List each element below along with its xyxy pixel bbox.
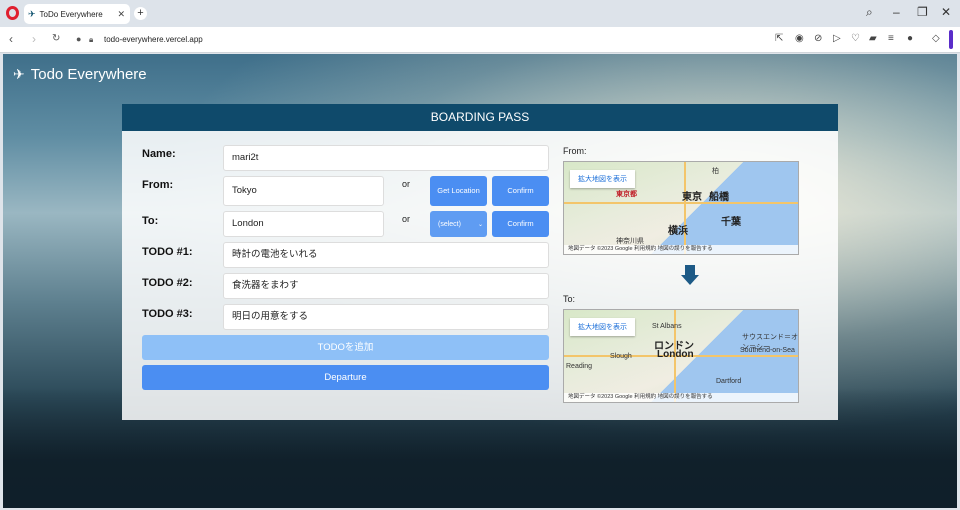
to-map-label: To: xyxy=(563,294,576,304)
camera-icon[interactable]: ◉ xyxy=(795,33,804,44)
from-input[interactable]: Tokyo xyxy=(223,176,384,206)
app-title: Todo Everywhere xyxy=(30,66,147,83)
close-tab-icon[interactable]: ✕ xyxy=(117,9,125,20)
address-bar: ‹ › ↻ ● 🔒︎ todo-everywhere.vercel.app ⇱ … xyxy=(0,27,960,53)
plane-logo-icon: ✈ xyxy=(13,66,25,82)
map-place: Slough xyxy=(610,353,632,360)
arrow-down-icon xyxy=(685,265,695,275)
name-input[interactable]: mari2t xyxy=(223,145,549,171)
back-icon[interactable]: ‹ xyxy=(9,32,13,46)
from-map-footer: 地図データ ©2023 Google 利用規約 地図の誤りを報告する xyxy=(564,245,798,254)
from-confirm-button[interactable]: Confirm xyxy=(492,176,549,206)
page-viewport: ✈ Todo Everywhere BOARDING PASS Name: ma… xyxy=(3,54,957,508)
add-todo-button[interactable]: TODOを追加 xyxy=(142,335,549,360)
plane-favicon-icon: ✈ xyxy=(28,8,36,19)
map-road xyxy=(684,162,686,254)
to-confirm-button[interactable]: Confirm xyxy=(492,211,549,237)
get-location-button[interactable]: Get Location xyxy=(430,176,487,206)
name-label: Name: xyxy=(142,148,176,160)
close-window-icon[interactable]: ✕ xyxy=(941,5,951,19)
map-place: London xyxy=(657,349,694,360)
arrow-down-icon-head xyxy=(681,275,699,285)
todo-2-input[interactable]: 食洗器をまわす xyxy=(223,273,549,299)
tab-title: ToDo Everywhere xyxy=(39,9,103,19)
destination-select-value: (select) xyxy=(438,220,461,228)
easy-setup-icon[interactable]: ≡ xyxy=(888,33,894,44)
map-place: 横浜 xyxy=(668,226,688,237)
reload-icon[interactable]: ↻ xyxy=(52,33,60,44)
boarding-pass-card: BOARDING PASS Name: mari2t From: Tokyo o… xyxy=(122,104,838,420)
destination-select[interactable]: (select) ⌄ xyxy=(430,211,487,237)
to-label: To: xyxy=(142,215,159,227)
map-place: 東京都 xyxy=(616,191,637,198)
browser-tab-bar: ✈ ToDo Everywhere ✕ + ⌕ – ❐ ✕ xyxy=(0,0,960,27)
todo-3-input[interactable]: 明日の用意をする xyxy=(223,304,549,330)
map-place: 柏 xyxy=(712,168,719,175)
app-brand[interactable]: ✈ Todo Everywhere xyxy=(13,66,147,83)
todo-2-label: TODO #2: xyxy=(142,277,193,289)
map-place: 船橋 xyxy=(709,192,729,203)
todo-1-label: TODO #1: xyxy=(142,246,193,258)
todo-1-input[interactable]: 時計の電池をいれる xyxy=(223,242,549,268)
browser-tab[interactable]: ✈ ToDo Everywhere ✕ xyxy=(24,4,130,24)
player-icon[interactable]: ▷ xyxy=(833,33,841,44)
todo-3-label: TODO #3: xyxy=(142,308,193,320)
map-place: St Albans xyxy=(652,323,682,330)
card-heading: BOARDING PASS xyxy=(122,104,838,131)
profile-icon[interactable]: ● xyxy=(907,33,913,44)
search-tabs-icon[interactable]: ⌕ xyxy=(866,5,873,20)
map-place: Southend-on-Sea xyxy=(740,347,795,354)
opera-logo-icon[interactable] xyxy=(6,6,19,20)
minimize-icon[interactable]: – xyxy=(893,5,900,19)
or-text-2: or xyxy=(402,214,411,224)
to-map[interactable]: St Albans ロンドン London Slough Reading Dar… xyxy=(563,309,799,403)
sidebar-indicator xyxy=(949,30,953,49)
map-place: Reading xyxy=(566,363,593,370)
to-enlarge-map-button[interactable]: 拡大地図を表示 xyxy=(570,318,635,336)
battery-icon[interactable]: ▰ xyxy=(869,33,877,44)
heart-icon[interactable]: ♡ xyxy=(851,33,860,44)
map-place: Dartford xyxy=(716,378,742,385)
or-text: or xyxy=(402,179,411,189)
from-map[interactable]: 柏 東京都 東京 船橋 千葉 横浜 神奈川県 拡大地図を表示 地図データ ©20… xyxy=(563,161,799,255)
location-pin-icon[interactable]: ● xyxy=(76,34,81,44)
url-field[interactable]: todo-everywhere.vercel.app xyxy=(104,35,203,44)
map-place: 東京 xyxy=(682,192,702,203)
departure-button[interactable]: Departure xyxy=(142,365,549,390)
ad-block-icon[interactable]: ⊘ xyxy=(814,33,822,44)
new-tab-button[interactable]: + xyxy=(134,7,147,20)
from-enlarge-map-button[interactable]: 拡大地図を表示 xyxy=(570,170,635,188)
chevron-down-icon: ⌄ xyxy=(477,221,483,228)
extensions-icon[interactable]: ◇ xyxy=(932,33,940,44)
lock-icon: 🔒︎ xyxy=(89,35,94,44)
to-map-footer: 地図データ ©2023 Google 利用規約 地図の誤りを報告する xyxy=(564,393,798,402)
map-place: 千葉 xyxy=(721,217,741,228)
forward-icon[interactable]: › xyxy=(32,32,36,46)
from-map-label: From: xyxy=(563,146,587,156)
restore-icon[interactable]: ❐ xyxy=(917,5,928,19)
to-input[interactable]: London xyxy=(223,211,384,237)
share-icon[interactable]: ⇱ xyxy=(775,33,783,44)
from-label: From: xyxy=(142,179,174,191)
